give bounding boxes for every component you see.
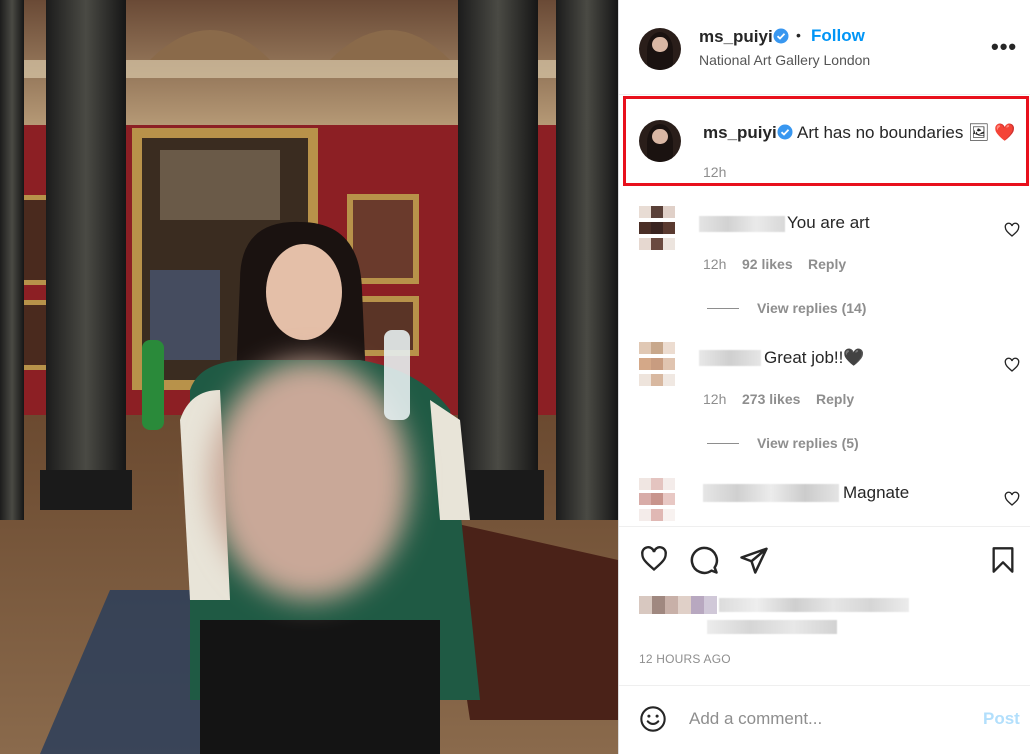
comment-likes[interactable]: 92 likes [742,256,793,272]
comment-like-heart-icon[interactable] [1004,222,1020,238]
commenter-username-blurred [703,484,839,502]
verified-badge-icon [773,28,789,44]
liked-by-avatars-blurred [639,596,717,614]
header-divider [619,94,1030,95]
bookmark-icon[interactable] [989,545,1017,575]
gallery-photo [0,0,618,754]
author-avatar[interactable] [639,28,681,70]
author-username[interactable]: ms_puiyi [699,27,773,47]
comment-icon[interactable] [689,545,719,575]
follow-button[interactable]: Follow [811,26,865,46]
emoji-icon[interactable] [639,705,667,733]
commenter-avatar[interactable] [639,478,681,524]
comment-like-heart-icon[interactable] [1004,491,1020,507]
post-timestamp[interactable]: 12 HOURS AGO [639,652,731,666]
comments-divider [619,526,1030,527]
caption-username[interactable]: ms_puiyi [703,123,777,143]
caption-time[interactable]: 12h [703,164,726,180]
verified-badge-icon [777,124,793,140]
comment-time[interactable]: 12h [703,256,726,272]
post-location[interactable]: National Art Gallery London [699,52,870,68]
commenter-username-blurred [699,216,785,232]
separator-dot: • [796,27,801,43]
view-replies-button[interactable]: View replies (5) [757,435,859,451]
liked-by-text-blurred [707,620,837,634]
add-comment-input[interactable]: Add a comment... [689,709,822,729]
caption-text: Art has no boundaries 🖼 ❤️ [797,123,1016,142]
footer-divider [619,685,1030,686]
comment-reply-button[interactable]: Reply [816,391,854,407]
more-options-icon[interactable]: ••• [991,34,1017,60]
comment-reply-button[interactable]: Reply [808,256,846,272]
post-side-panel: ms_puiyi • Follow National Art Gallery L… [618,0,1030,754]
comment-text: You are art [787,213,870,232]
replies-line [707,308,739,309]
post-photo[interactable] [0,0,618,754]
liked-by-text-blurred [719,598,909,612]
comment-like-heart-icon[interactable] [1004,357,1020,373]
share-icon[interactable] [739,545,769,575]
view-replies-button[interactable]: View replies (14) [757,300,866,316]
post-header: ms_puiyi • Follow National Art Gallery L… [619,0,1030,95]
commenter-username-blurred [699,350,761,366]
post-comment-button[interactable]: Post [983,709,1020,729]
caption-avatar[interactable] [639,120,681,162]
heart-icon[interactable] [639,545,669,573]
comment-time[interactable]: 12h [703,391,726,407]
comment-likes[interactable]: 273 likes [742,391,800,407]
replies-line [707,443,739,444]
commenter-avatar[interactable] [639,342,681,390]
commenter-avatar[interactable] [639,206,681,254]
comment-text: Great job!!🖤 [764,348,865,367]
comment-text: Magnate [843,483,910,502]
instagram-post-view: ms_puiyi • Follow National Art Gallery L… [0,0,1030,754]
